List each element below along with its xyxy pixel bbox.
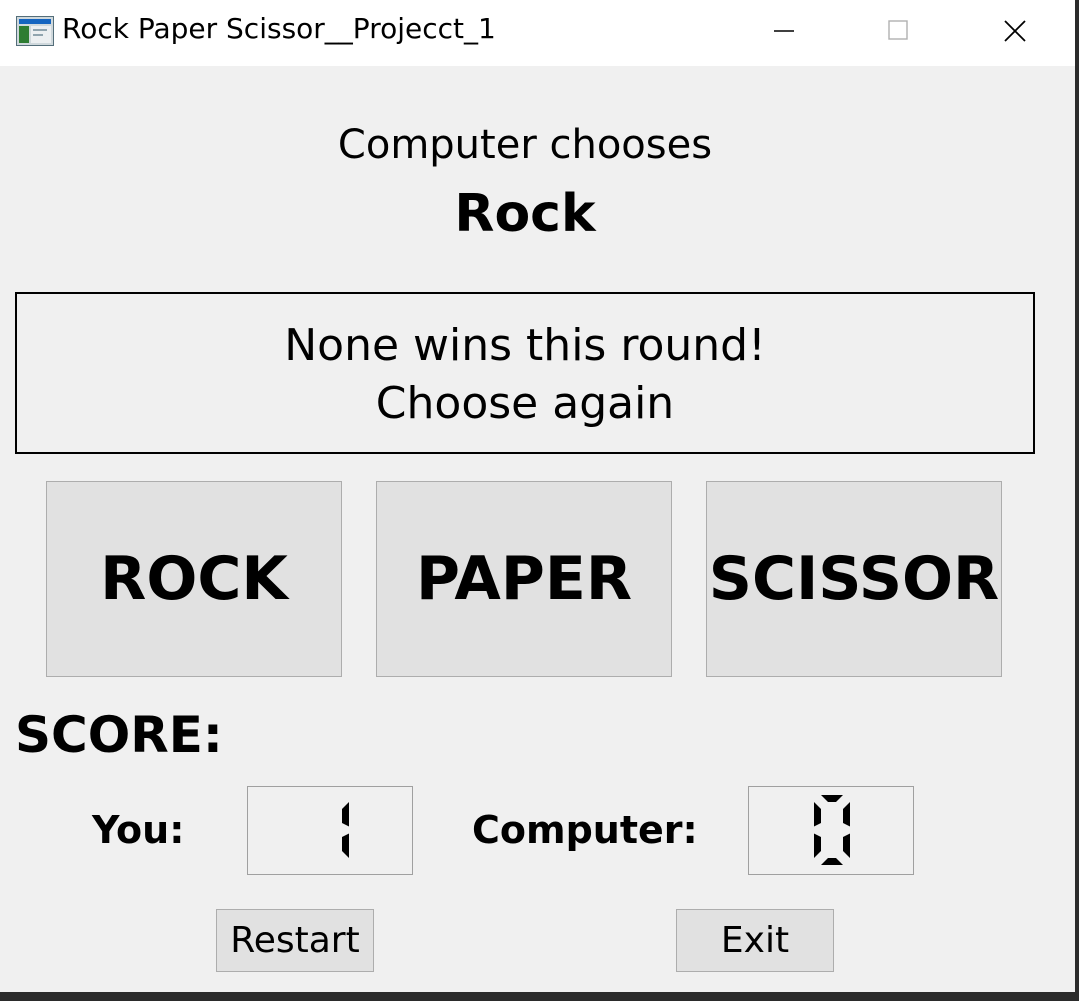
app-icon [16, 16, 54, 46]
maximize-icon [888, 20, 908, 40]
lcd-segment-d [821, 858, 843, 865]
result-message-line2: Choose again [375, 378, 675, 429]
lcd-segment-f [814, 802, 821, 827]
computer-choice-value: Rock [454, 184, 596, 244]
computer-chooses-label: Computer chooses [337, 122, 713, 168]
lcd-segment-e [814, 833, 821, 858]
window-title: Rock Paper Scissor__Projecct_1 [62, 12, 496, 45]
computer-score-digits [814, 795, 850, 865]
close-icon [1004, 20, 1026, 42]
computer-score-label: Computer: [472, 808, 698, 852]
score-title: SCORE: [15, 706, 223, 764]
computer-score-display [748, 786, 914, 875]
restart-button[interactable]: Restart [216, 909, 374, 972]
lcd-segment-b [843, 802, 850, 827]
maximize-button[interactable] [840, 0, 956, 62]
title-bar[interactable]: Rock Paper Scissor__Projecct_1 [0, 0, 1075, 66]
you-score-label: You: [92, 808, 185, 852]
paper-button[interactable]: PAPER [376, 481, 672, 677]
lcd-segment-c [843, 833, 850, 858]
you-score-digits [342, 802, 349, 858]
scissor-button[interactable]: SCISSOR [706, 481, 1002, 677]
close-button[interactable] [956, 0, 1072, 62]
exit-button[interactable]: Exit [676, 909, 834, 972]
you-score-display [247, 786, 413, 875]
minimize-icon [774, 30, 794, 32]
result-message-line1: None wins this round! [284, 320, 766, 371]
lcd-segment-a [821, 795, 843, 802]
minimize-button[interactable] [726, 0, 842, 62]
lcd-segment-c [342, 833, 349, 858]
main-content: Computer chooses Rock None wins this rou… [0, 66, 1075, 992]
result-message-box: None wins this round! Choose again [15, 292, 1035, 454]
rock-button[interactable]: ROCK [46, 481, 342, 677]
app-window: Rock Paper Scissor__Projecct_1 Computer … [0, 0, 1075, 992]
lcd-segment-b [342, 802, 349, 827]
